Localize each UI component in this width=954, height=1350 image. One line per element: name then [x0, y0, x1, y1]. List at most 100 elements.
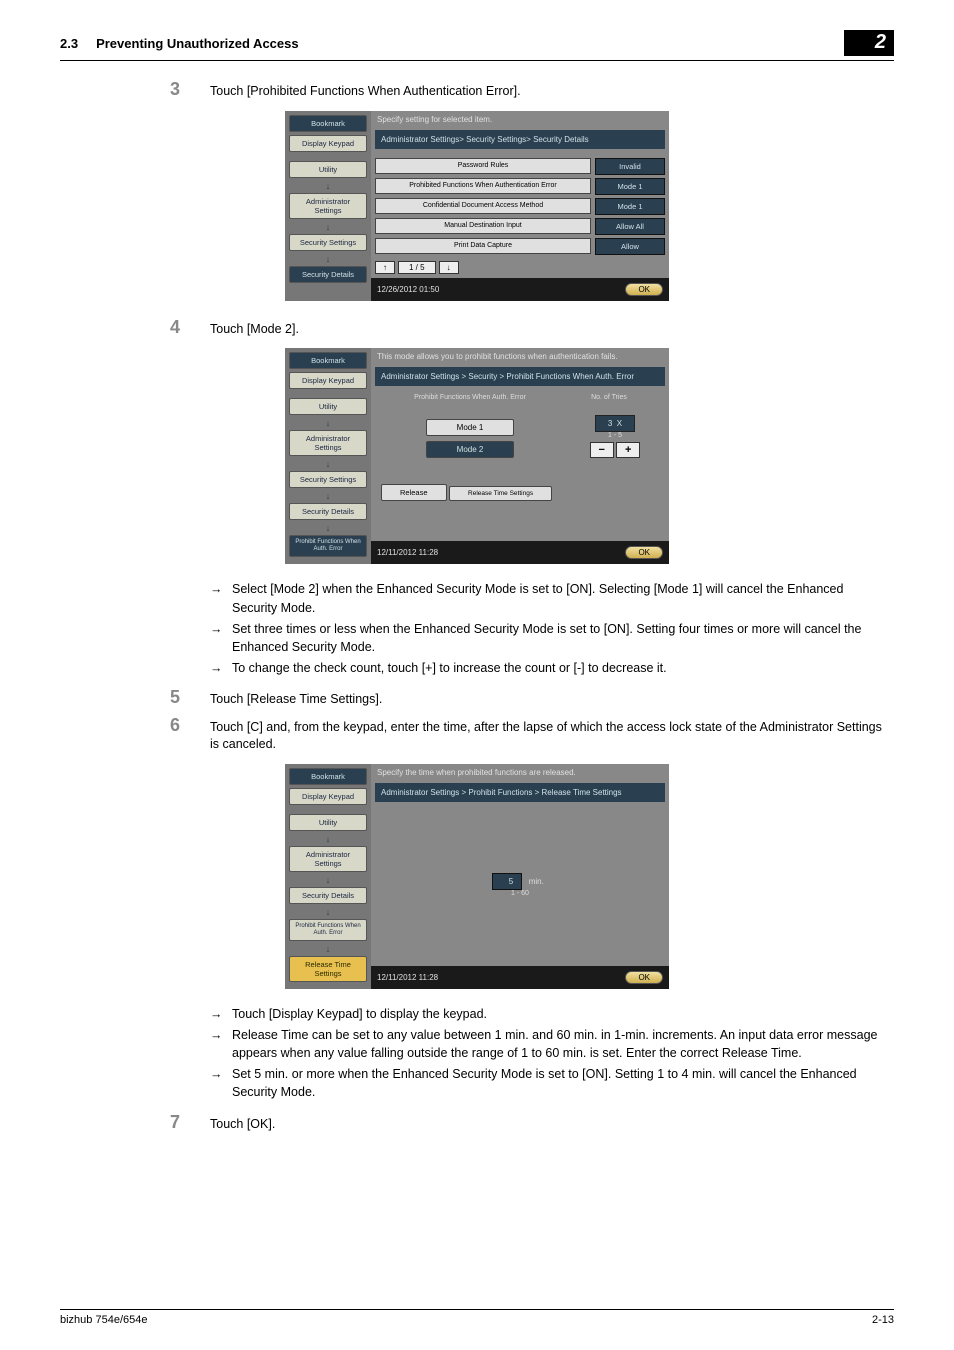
screen-instruction: Specify the time when prohibited functio… [371, 764, 669, 781]
mode-1-button[interactable]: Mode 1 [426, 419, 515, 436]
print-data-capture-value: Allow [595, 238, 665, 255]
sidebar-item-utility[interactable]: Utility [289, 814, 367, 831]
sidebar-item-security-settings[interactable]: Security Settings [289, 234, 367, 251]
step-text: Touch [Release Time Settings]. [210, 687, 382, 709]
step-7: 7 Touch [OK]. [170, 1112, 894, 1134]
product-name: bizhub 754e/654e [60, 1314, 147, 1326]
tries-range: 1 - 5 [565, 432, 665, 439]
section-number: 2.3 [60, 36, 78, 51]
breadcrumb: Administrator Settings > Security > Proh… [375, 367, 665, 386]
screen-instruction: This mode allows you to prohibit functio… [371, 348, 669, 365]
sidebar-item-security-settings[interactable]: Security Settings [289, 471, 367, 488]
breadcrumb: Administrator Settings > Prohibit Functi… [375, 783, 665, 802]
timestamp: 12/26/2012 01:50 [377, 285, 439, 294]
prohibited-functions-button[interactable]: Prohibited Functions When Authentication… [375, 178, 591, 194]
min-label: min. [525, 875, 548, 888]
screenshot-release-time: Bookmark Display Keypad Utility ↓ Admini… [285, 764, 669, 989]
pager-up-button[interactable]: ↑ [375, 261, 395, 274]
step-number: 6 [170, 715, 210, 754]
release-time-value[interactable]: 5 [492, 873, 522, 890]
ok-button[interactable]: OK [625, 971, 663, 984]
step-text: Touch [OK]. [210, 1112, 275, 1134]
manual-destination-button[interactable]: Manual Destination Input [375, 218, 591, 234]
step-number: 4 [170, 317, 210, 339]
sidebar-item-prohibit-functions[interactable]: Prohibit Functions When Auth. Error [289, 919, 367, 941]
bookmark-button[interactable]: Bookmark [289, 115, 367, 132]
step-text: Touch [Prohibited Functions When Authent… [210, 79, 521, 101]
prohibited-functions-value: Mode 1 [595, 178, 665, 195]
bullet-text: Set three times or less when the Enhance… [232, 620, 890, 656]
bullet-list: →Select [Mode 2] when the Enhanced Secur… [210, 580, 894, 677]
plus-button[interactable]: + [616, 442, 640, 458]
chapter-badge: 2 [844, 30, 894, 56]
pager-down-button[interactable]: ↓ [439, 261, 459, 274]
sidebar-item-prohibit-functions[interactable]: Prohibit Functions When Auth. Error [289, 535, 367, 557]
arrow-icon: → [210, 580, 232, 616]
sidebar: Bookmark Display Keypad Utility ↓ Admini… [285, 111, 371, 301]
arrow-icon: → [210, 1005, 232, 1023]
arrow-icon: → [210, 620, 232, 656]
chevron-down-icon: ↓ [289, 875, 367, 885]
screenshot-security-details: Bookmark Display Keypad Utility ↓ Admini… [285, 111, 669, 301]
bullet-text: Touch [Display Keypad] to display the ke… [232, 1005, 890, 1023]
arrow-icon: → [210, 1026, 232, 1062]
minus-button[interactable]: − [590, 442, 614, 458]
sidebar: Bookmark Display Keypad Utility ↓ Admini… [285, 348, 371, 564]
sidebar-item-admin-settings[interactable]: Administrator Settings [289, 193, 367, 219]
bookmark-button[interactable]: Bookmark [289, 352, 367, 369]
sidebar-item-utility[interactable]: Utility [289, 398, 367, 415]
display-keypad-button[interactable]: Display Keypad [289, 135, 367, 152]
step-number: 7 [170, 1112, 210, 1134]
bullet-text: To change the check count, touch [+] to … [232, 659, 890, 677]
bullet-text: Release Time can be set to any value bet… [232, 1026, 890, 1062]
display-keypad-button[interactable]: Display Keypad [289, 788, 367, 805]
breadcrumb: Administrator Settings> Security Setting… [375, 130, 665, 149]
step-text: Touch [Mode 2]. [210, 317, 299, 339]
bookmark-button[interactable]: Bookmark [289, 768, 367, 785]
sidebar-item-security-details[interactable]: Security Details [289, 887, 367, 904]
sidebar-item-release-time[interactable]: Release Time Settings [289, 956, 367, 982]
sidebar-item-admin-settings[interactable]: Administrator Settings [289, 430, 367, 456]
page-footer: bizhub 754e/654e 2-13 [60, 1309, 894, 1326]
chevron-down-icon: ↓ [289, 907, 367, 917]
tries-value: 3 X [595, 415, 635, 432]
chevron-down-icon: ↓ [289, 418, 367, 428]
sidebar-item-security-details[interactable]: Security Details [289, 503, 367, 520]
ok-button[interactable]: OK [625, 283, 663, 296]
step-5: 5 Touch [Release Time Settings]. [170, 687, 894, 709]
step-3: 3 Touch [Prohibited Functions When Authe… [170, 79, 894, 101]
bullet-text: Set 5 min. or more when the Enhanced Sec… [232, 1065, 890, 1101]
sidebar-item-admin-settings[interactable]: Administrator Settings [289, 846, 367, 872]
timestamp: 12/11/2012 11:28 [377, 973, 438, 982]
section-header: 2.3 Preventing Unauthorized Access 2 [60, 30, 894, 61]
sidebar: Bookmark Display Keypad Utility ↓ Admini… [285, 764, 371, 989]
password-rules-button[interactable]: Password Rules [375, 158, 591, 174]
sidebar-item-utility[interactable]: Utility [289, 161, 367, 178]
chevron-down-icon: ↓ [289, 181, 367, 191]
pager-label: 1 / 5 [398, 261, 436, 274]
step-number: 5 [170, 687, 210, 709]
step-4: 4 Touch [Mode 2]. [170, 317, 894, 339]
chevron-down-icon: ↓ [289, 459, 367, 469]
confidential-document-button[interactable]: Confidential Document Access Method [375, 198, 591, 214]
print-data-capture-button[interactable]: Print Data Capture [375, 238, 591, 254]
password-rules-value: Invalid [595, 158, 665, 175]
release-time-settings-button[interactable]: Release Time Settings [449, 486, 552, 501]
page-number: 2-13 [872, 1314, 894, 1326]
ok-button[interactable]: OK [625, 546, 663, 559]
sidebar-item-security-details[interactable]: Security Details [289, 266, 367, 283]
column-header-prohibit: Prohibit Functions When Auth. Error [381, 394, 559, 401]
screenshot-prohibit-functions: Bookmark Display Keypad Utility ↓ Admini… [285, 348, 669, 564]
mode-2-button[interactable]: Mode 2 [426, 441, 515, 458]
display-keypad-button[interactable]: Display Keypad [289, 372, 367, 389]
column-header-tries: No. of Tries [559, 394, 659, 401]
bullet-list: →Touch [Display Keypad] to display the k… [210, 1005, 894, 1102]
step-number: 3 [170, 79, 210, 101]
arrow-icon: → [210, 1065, 232, 1101]
release-button[interactable]: Release [381, 484, 447, 501]
chevron-down-icon: ↓ [289, 523, 367, 533]
release-time-range: 1 - 60 [492, 890, 548, 897]
manual-destination-value: Allow All [595, 218, 665, 235]
arrow-icon: → [210, 659, 232, 677]
chevron-down-icon: ↓ [289, 254, 367, 264]
